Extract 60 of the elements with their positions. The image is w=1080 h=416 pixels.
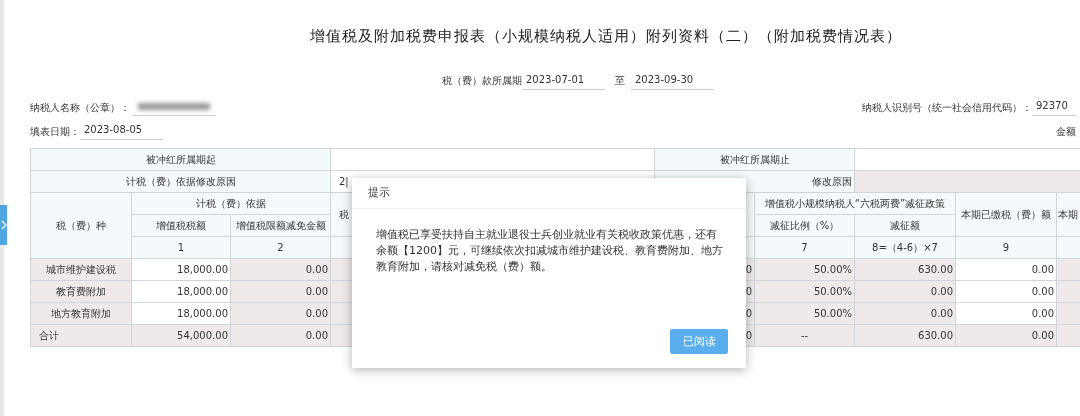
table-cell: 0.00 bbox=[305, 285, 328, 297]
table-cell: 2| bbox=[339, 175, 349, 187]
table-cell: 0 bbox=[745, 329, 753, 341]
input-cell[interactable]: 0.00 bbox=[1031, 285, 1055, 297]
table-cell: 50.00% bbox=[813, 263, 853, 275]
header-cell: 计税（费）依据修改原因 bbox=[125, 175, 236, 187]
table-cell: 0 bbox=[745, 285, 753, 297]
header-cell: 本期 bbox=[1058, 208, 1079, 220]
dialog-title: 提示 bbox=[352, 178, 746, 209]
table-cell: 0 bbox=[745, 263, 753, 275]
row-label: 地方教育附加 bbox=[51, 307, 111, 319]
table-cell: 0.00 bbox=[930, 307, 954, 319]
header-cell: 2 bbox=[277, 241, 284, 253]
table-cell: 630.00 bbox=[918, 329, 954, 341]
header-cell: 8=（4-6）×7 bbox=[872, 241, 938, 253]
table-cell: 630.00 bbox=[918, 263, 954, 275]
fill-date-field[interactable]: 2023-08-05 bbox=[80, 123, 163, 140]
header-cell: 被冲红所属期起 bbox=[145, 153, 216, 165]
amount-unit-label: 金额 bbox=[1056, 124, 1076, 139]
header-cell: 税（费）种 bbox=[56, 219, 106, 231]
input-cell[interactable]: 0.00 bbox=[1031, 307, 1055, 319]
table-cell: 54,000.00 bbox=[177, 329, 228, 341]
fill-date-label: 填表日期： bbox=[30, 124, 80, 139]
header-cell: 减征比例（%） bbox=[769, 219, 840, 231]
dialog-message: 增值税已享受扶持自主就业退役士兵创业就业有关税收政策优惠，还有余额【1200】元，可继续依次扣减城市维护建设税、教育费附加、地方教育附加，请核对减免税（费）额。 bbox=[375, 227, 724, 275]
header-cell: 9 bbox=[1002, 241, 1010, 253]
header-cell: 1 bbox=[177, 241, 185, 253]
row-label: 城市维护建设税 bbox=[46, 263, 116, 275]
form-title: 增值税及附加税费申报表（小规模纳税人适用）附列资料（二）（附加税费情况表） bbox=[309, 26, 903, 47]
taxpayer-id-field[interactable]: 92370 bbox=[1032, 99, 1076, 116]
header-cell: 增值税限额减免金额 bbox=[235, 219, 326, 231]
header-cell: 7 bbox=[801, 241, 808, 253]
row-label: 合计 bbox=[39, 329, 59, 341]
table-cell: 0.00 bbox=[305, 329, 328, 341]
period-end-field[interactable]: 2023-09-30 bbox=[631, 72, 714, 90]
table-cell: 0.00 bbox=[305, 307, 328, 319]
header-cell: 减征额 bbox=[890, 219, 921, 231]
table-cell: -- bbox=[800, 329, 809, 341]
header-cell: 被冲红所属期止 bbox=[719, 153, 790, 165]
header-cell: 增值税小规模纳税人“六税两费”减征政策 bbox=[764, 197, 946, 209]
period-separator: 至 bbox=[615, 74, 625, 88]
table-cell: 0.00 bbox=[1031, 329, 1055, 341]
taxpayer-name-label: 纳税人名称（公章）： bbox=[30, 100, 130, 115]
table-cell: 50.00% bbox=[813, 307, 853, 319]
header-cell: 增值税税额 bbox=[156, 219, 206, 231]
table-cell: 0.00 bbox=[930, 285, 954, 297]
taxpayer-id-label: 纳税人识别号（统一社会信用代码）： bbox=[862, 100, 1032, 115]
chevron-right-icon bbox=[0, 220, 7, 230]
table-cell: 50.00% bbox=[813, 285, 853, 297]
header-cell: 计税（费）依据 bbox=[196, 197, 266, 209]
sidebar-toggle[interactable] bbox=[0, 205, 7, 245]
header-cell: 修改原因 bbox=[812, 175, 853, 187]
header-cell: 本期已缴税（费）额 bbox=[961, 208, 1052, 220]
input-cell[interactable]: 0.00 bbox=[1031, 263, 1055, 275]
row-label: 教育费附加 bbox=[56, 285, 106, 297]
table-cell: 0.00 bbox=[305, 263, 328, 275]
header-cell: 税 bbox=[339, 208, 349, 220]
period-start-field[interactable]: 2023-07-01 bbox=[522, 72, 605, 90]
period-label: 税（费）款所属期 bbox=[442, 74, 522, 88]
table-cell: 0 bbox=[745, 307, 753, 319]
